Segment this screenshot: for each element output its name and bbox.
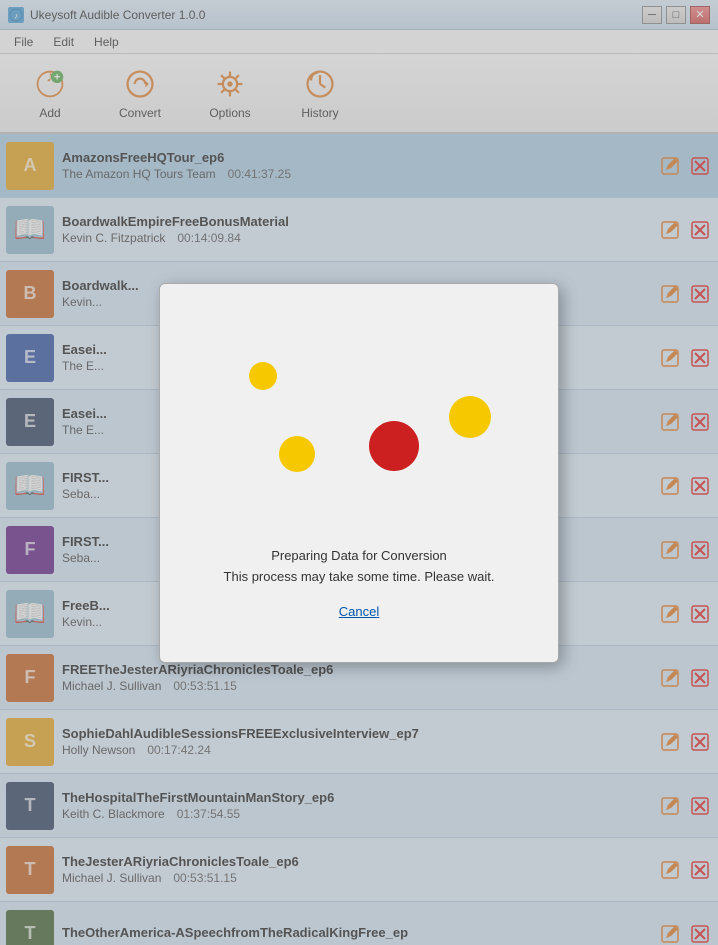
dot-yellow-small — [249, 362, 277, 390]
conversion-modal: Preparing Data for Conversion This proce… — [159, 283, 559, 663]
loading-animation — [219, 326, 499, 526]
modal-message: Preparing Data for Conversion This proce… — [224, 546, 495, 588]
dot-yellow-right — [449, 396, 491, 438]
dot-red — [369, 421, 419, 471]
modal-line1: Preparing Data for Conversion — [224, 546, 495, 567]
dot-yellow-left — [279, 436, 315, 472]
modal-overlay: Preparing Data for Conversion This proce… — [0, 0, 718, 945]
cancel-button[interactable]: Cancel — [339, 604, 379, 619]
modal-line2: This process may take some time. Please … — [224, 567, 495, 588]
